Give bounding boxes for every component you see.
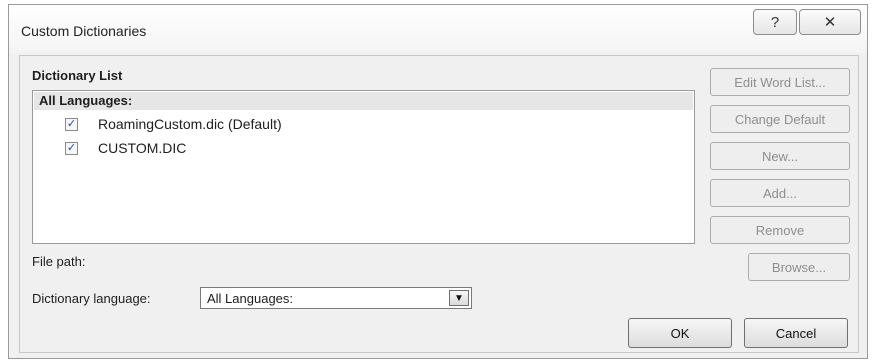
list-item[interactable]: ✓ CUSTOM.DIC [65,137,186,159]
edit-word-list-button[interactable]: Edit Word List... [710,68,850,96]
cancel-button[interactable]: Cancel [744,318,848,348]
custom-dictionaries-dialog: Custom Dictionaries ? ✕ Dictionary List … [8,4,868,359]
check-icon: ✓ [66,141,77,154]
dictionary-list-label: Dictionary List [32,68,123,83]
dictionary-checkbox-custom[interactable]: ✓ [65,141,78,155]
close-icon: ✕ [823,14,837,31]
browse-button[interactable]: Browse... [748,253,850,281]
help-button[interactable]: ? [753,9,797,35]
title-bar: Custom Dictionaries ? ✕ [9,5,867,53]
check-icon: ✓ [66,117,77,130]
dictionary-language-value: All Languages: [207,291,294,306]
list-item[interactable]: ✓ RoamingCustom.dic (Default) [65,113,282,135]
remove-button[interactable]: Remove [710,216,850,244]
dialog-content: Dictionary List All Languages: ✓ Roaming… [19,55,859,353]
list-item-label: RoamingCustom.dic (Default) [98,116,282,132]
dropdown-arrow-icon[interactable]: ▼ [449,290,469,306]
file-path-label: File path: [32,254,86,269]
dialog-title: Custom Dictionaries [21,23,147,39]
help-icon: ? [770,13,780,31]
ok-button[interactable]: OK [628,318,732,348]
dictionary-list[interactable]: All Languages: ✓ RoamingCustom.dic (Defa… [32,90,695,244]
change-default-button[interactable]: Change Default [710,105,850,133]
list-item-label: CUSTOM.DIC [98,140,187,156]
new-button[interactable]: New... [710,142,850,170]
close-button[interactable]: ✕ [799,9,861,35]
group-header-all-languages: All Languages: [34,92,693,110]
dictionary-language-select[interactable]: All Languages: ▼ [200,287,472,309]
dictionary-language-label: Dictionary language: [32,291,151,306]
add-button[interactable]: Add... [710,179,850,207]
dictionary-checkbox-roamingcustom[interactable]: ✓ [65,117,78,131]
